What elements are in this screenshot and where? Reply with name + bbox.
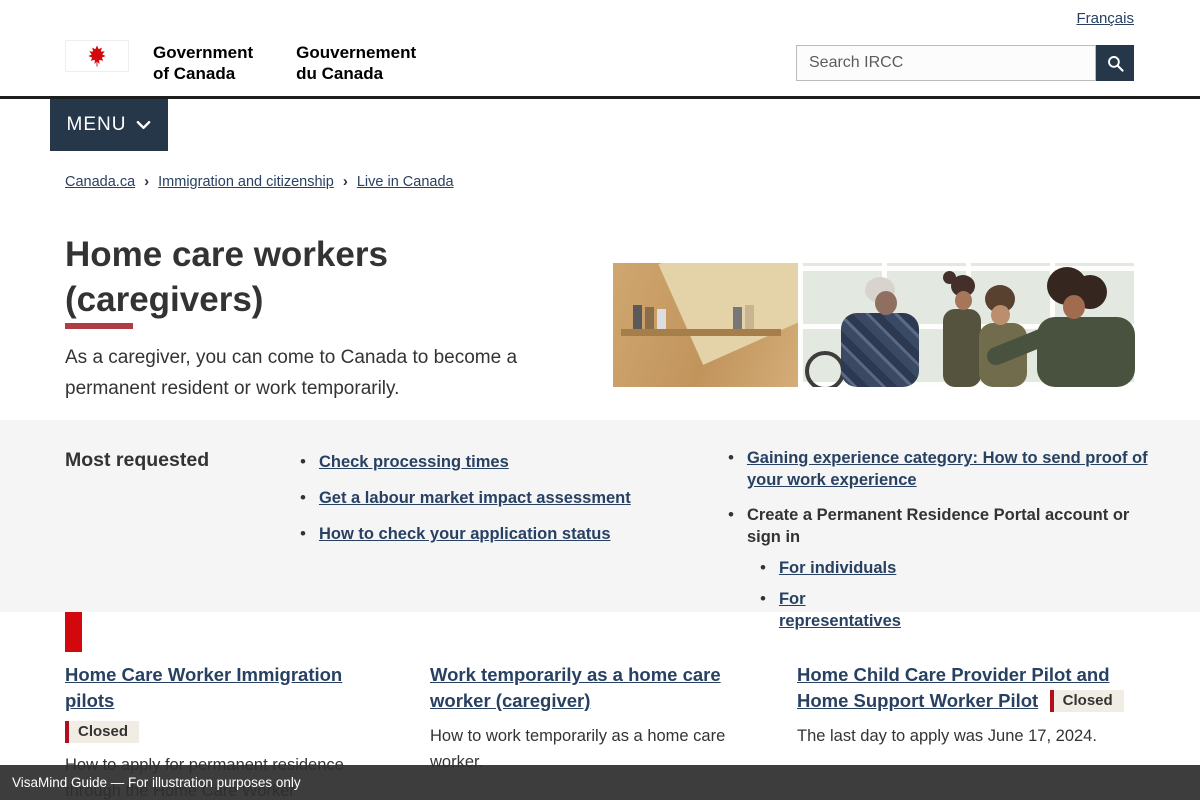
- status-badge-closed: Closed: [65, 721, 139, 743]
- header-divider: [0, 96, 1200, 99]
- watermark-text: VisaMind Guide — For illustration purpos…: [12, 775, 301, 790]
- chevron-down-icon: [136, 120, 151, 130]
- most-requested-section: Most requested • Check processing times …: [0, 420, 1200, 612]
- most-requested-heading: Most requested: [65, 449, 209, 472]
- list-item: • Check processing times: [300, 451, 640, 473]
- list-item: • Gaining experience category: How to se…: [728, 447, 1163, 491]
- list-item: • How to check your application status: [300, 523, 640, 545]
- link-gaining-experience-proof[interactable]: Gaining experience category: How to send…: [747, 447, 1163, 491]
- search-bar: [796, 45, 1134, 81]
- maple-leaf-icon: [85, 44, 109, 68]
- breadcrumb-link-immigration[interactable]: Immigration and citizenship: [158, 174, 334, 190]
- list-item: • Get a labour market impact assessment: [300, 487, 640, 509]
- pr-portal-text: Create a Permanent Residence Portal acco…: [747, 504, 1163, 548]
- wordmark-french: Gouvernement du Canada: [296, 42, 416, 84]
- watermark-bar: VisaMind Guide — For illustration purpos…: [0, 765, 1200, 800]
- page: Français Government of Canada Gouverneme…: [0, 0, 1200, 800]
- most-requested-column-1: • Check processing times • Get a labour …: [300, 451, 640, 559]
- breadcrumb: Canada.ca › Immigration and citizenship …: [65, 173, 454, 190]
- search-icon: [1106, 54, 1125, 73]
- link-labour-market-impact-assessment[interactable]: Get a labour market impact assessment: [319, 487, 631, 509]
- government-of-canada-signature: Government of Canada Gouvernement du Can…: [65, 40, 416, 84]
- canada-flag-icon: [65, 40, 129, 72]
- title-red-underline: [65, 323, 133, 329]
- link-for-individuals[interactable]: For individuals: [779, 557, 896, 579]
- page-title: Home care workers (caregivers): [65, 232, 485, 322]
- wordmark-english: Government of Canada: [153, 42, 253, 84]
- link-for-representatives[interactable]: For representatives: [779, 588, 909, 632]
- link-check-application-status[interactable]: How to check your application status: [319, 523, 611, 545]
- pr-portal-sub-list: • For individuals • For representatives: [760, 557, 1163, 641]
- list-item: • For individuals: [760, 557, 1163, 579]
- card-description: The last day to apply was June 17, 2024.: [797, 723, 1137, 749]
- search-input[interactable]: [796, 45, 1096, 81]
- menu-button[interactable]: MENU: [50, 99, 168, 151]
- card-title-link[interactable]: Work temporarily as a home care worker (…: [430, 664, 721, 711]
- breadcrumb-link-live-in-canada[interactable]: Live in Canada: [357, 174, 454, 190]
- hero-image: [613, 263, 1135, 387]
- list-item: • Create a Permanent Residence Portal ac…: [728, 504, 1163, 641]
- card-title-link[interactable]: Home Care Worker Immigration pilots: [65, 664, 342, 711]
- list-item: • For representatives: [760, 588, 1163, 632]
- card-home-child-care-provider-pilot: Home Child Care Provider Pilot and Home …: [797, 662, 1137, 749]
- card-work-temporarily: Work temporarily as a home care worker (…: [430, 662, 752, 775]
- wordmark: Government of Canada Gouvernement du Can…: [153, 42, 416, 84]
- status-badge-closed: Closed: [1050, 690, 1124, 712]
- site-header: Français Government of Canada Gouverneme…: [0, 0, 1200, 96]
- chevron-right-icon: ›: [144, 173, 149, 190]
- most-requested-column-2: • Gaining experience category: How to se…: [728, 447, 1163, 654]
- link-check-processing-times[interactable]: Check processing times: [319, 451, 509, 473]
- search-button[interactable]: [1096, 45, 1134, 81]
- page-intro: As a caregiver, you can come to Canada t…: [65, 342, 540, 404]
- language-toggle-link[interactable]: Français: [1076, 10, 1134, 27]
- breadcrumb-link-canada-ca[interactable]: Canada.ca: [65, 174, 135, 190]
- chevron-right-icon: ›: [343, 173, 348, 190]
